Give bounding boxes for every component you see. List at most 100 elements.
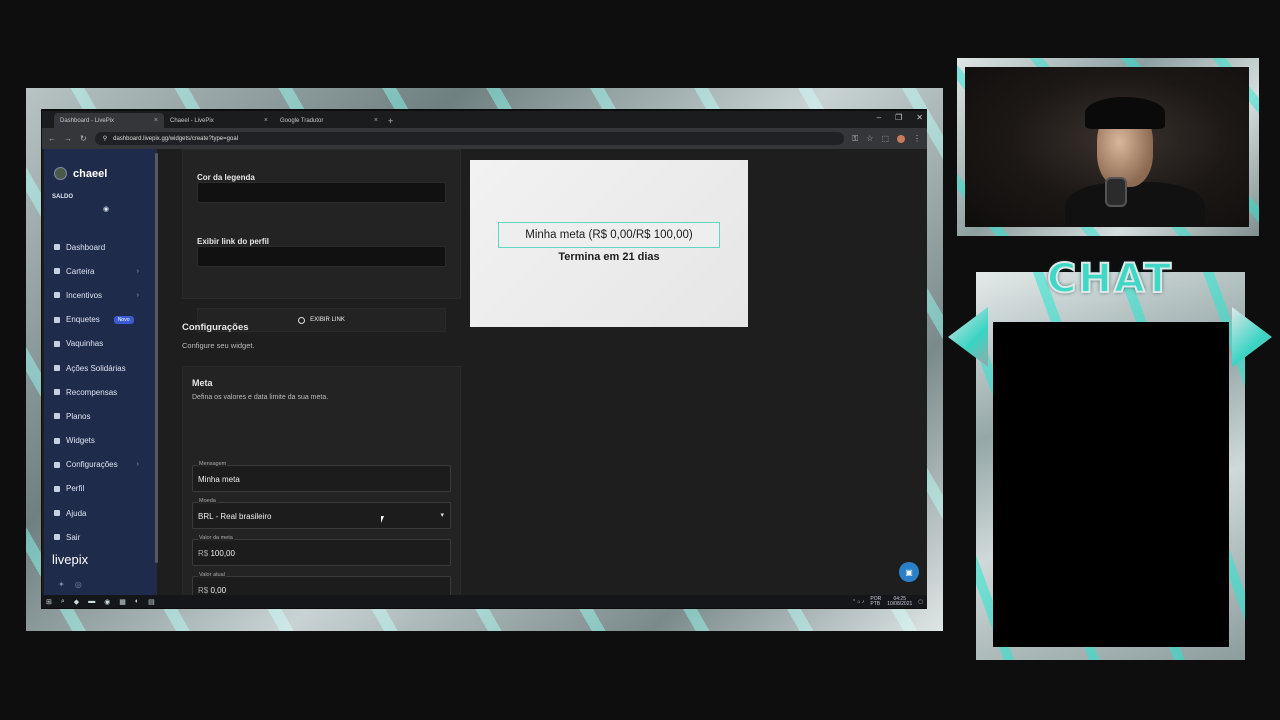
saldo-label: SALDO xyxy=(52,194,73,200)
sidebar-item-label: Configurações xyxy=(66,460,118,470)
address-bar: ← → ↻ ⚲ dashboard.livepix.gg/widgets/cre… xyxy=(42,128,927,149)
legend-color-input[interactable] xyxy=(197,182,446,203)
sidebar-item-sair[interactable]: Sair xyxy=(44,525,157,549)
close-icon[interactable]: × xyxy=(264,117,268,124)
tab-dashboard[interactable]: Dashboard - LivePix × xyxy=(54,113,164,128)
webcam-frame xyxy=(957,58,1259,236)
support-chat-icon[interactable]: ▣ xyxy=(899,562,919,582)
user-info[interactable]: chaeel xyxy=(54,167,107,180)
search-icon[interactable]: ⌕ xyxy=(61,598,65,606)
bookmark-star-icon[interactable]: ☆ xyxy=(866,134,873,143)
chrome-icon[interactable]: ◉ xyxy=(104,598,110,606)
lang-text-2: PTB xyxy=(870,600,881,607)
folder-icon[interactable]: ▬ xyxy=(88,598,95,605)
wallet-icon xyxy=(54,268,60,275)
incentives-icon xyxy=(54,292,60,299)
minimize-icon[interactable]: – xyxy=(877,113,881,122)
app-icon[interactable]: ◆ xyxy=(74,598,79,606)
sidebar-item-label: Ações Solidárias xyxy=(66,363,126,373)
extensions-icon[interactable]: ⬚ xyxy=(881,134,889,143)
eye-icon[interactable]: ◉ xyxy=(103,205,109,213)
tab-label: Chaeel - LivePix xyxy=(170,117,214,124)
sidebar-item-planos[interactable]: Planos xyxy=(44,404,157,428)
message-field[interactable]: Mensagem Minha meta xyxy=(192,461,451,492)
sidebar-item-recompensas[interactable]: Recompensas xyxy=(44,380,157,404)
sidebar-item-dashboard[interactable]: Dashboard xyxy=(44,235,157,259)
chat-title: CHAT xyxy=(1046,255,1173,303)
discord-icon[interactable]: ◐ xyxy=(135,598,139,605)
url-field[interactable]: ⚲ dashboard.livepix.gg/widgets/create?ty… xyxy=(94,132,845,145)
reload-icon[interactable]: ↻ xyxy=(80,134,87,143)
show-link-label: EXIBIR LINK xyxy=(310,317,345,323)
url-text: dashboard.livepix.gg/widgets/create?type… xyxy=(113,135,239,142)
chevron-right-icon: › xyxy=(136,267,139,275)
app-icon[interactable]: ▦ xyxy=(119,598,126,606)
currency-select[interactable]: Moeda BRL - Real brasileiro ▾ xyxy=(192,498,451,529)
goal-preview-box: Minha meta (R$ 0,00/R$ 100,00) xyxy=(498,222,720,248)
windows-taskbar: ⊞ ⌕ ◆ ▬ ◉ ▦ ◐ ▤ ⌃ ⌂ ♪ POR PTB 04:25 10/08/… xyxy=(42,595,927,608)
social-links: ✦ ◎ xyxy=(58,580,82,589)
sidebar-item-widgets[interactable]: Widgets xyxy=(44,429,157,453)
profile-avatar-icon[interactable] xyxy=(897,134,905,143)
fundraiser-icon xyxy=(54,340,60,347)
profile-link-input[interactable] xyxy=(197,246,446,267)
sidebar-item-perfil[interactable]: Perfil xyxy=(44,477,157,501)
chevron-down-icon: ▾ xyxy=(440,512,444,519)
sidebar-scrollbar[interactable] xyxy=(155,153,158,563)
windows-start-icon[interactable]: ⊞ xyxy=(46,598,52,606)
back-icon[interactable]: ← xyxy=(48,134,56,143)
maximize-icon[interactable]: ❐ xyxy=(895,113,902,122)
sidebar-item-label: Vaquinhas xyxy=(66,339,104,349)
gear-icon xyxy=(54,461,60,468)
key-icon[interactable]: ⚿ xyxy=(852,134,858,144)
avatar xyxy=(54,167,67,180)
logout-icon xyxy=(54,534,60,541)
webcam-feed xyxy=(965,67,1249,227)
tab-chaeel[interactable]: Chaeel - LivePix × xyxy=(164,113,274,128)
clock-date: 10/08/2021 xyxy=(887,600,913,607)
page-content: chaeel SALDO ◉ Dashboard Carteira › Incen… xyxy=(42,149,927,606)
forward-icon[interactable]: → xyxy=(64,134,72,143)
currency-prefix: R$ xyxy=(198,549,209,558)
currency-label: Moeda xyxy=(198,498,217,504)
sidebar-item-enquetes[interactable]: Enquetes Novo xyxy=(44,308,157,332)
chat-frame-wing-left xyxy=(948,307,988,367)
goal-value-field[interactable]: Valor da meta R$ 100,00 xyxy=(192,535,451,566)
radio-icon[interactable] xyxy=(298,316,306,324)
clock[interactable]: 04:25 10/08/2021 xyxy=(887,596,913,607)
legend-color-label: Cor da legenda xyxy=(197,173,255,182)
user-icon xyxy=(54,485,60,492)
current-value-row: R$ 0,00 xyxy=(198,586,226,595)
site-info-icon[interactable]: ⚲ xyxy=(103,135,107,142)
widgets-icon xyxy=(54,437,60,444)
sidebar-item-label: Ajuda xyxy=(66,508,87,518)
livepix-logo[interactable]: livepix xyxy=(52,552,88,567)
close-icon[interactable]: × xyxy=(374,117,378,124)
browser-window: Dashboard - LivePix × Chaeel - LivePix × G… xyxy=(42,111,927,608)
close-window-icon[interactable]: ✕ xyxy=(916,113,923,122)
sidebar-item-configuracoes[interactable]: Configurações › xyxy=(44,453,157,477)
tray-icons[interactable]: ⌃ ⌂ ♪ xyxy=(852,599,865,605)
reward-icon xyxy=(54,389,60,396)
close-icon[interactable]: × xyxy=(154,117,158,124)
notification-icon[interactable]: ▢ xyxy=(918,599,923,605)
twitter-icon[interactable]: ✦ xyxy=(58,580,65,589)
sidebar-item-acoes-solidarias[interactable]: Ações Solidárias xyxy=(44,356,157,380)
window-controls: – ❐ ✕ xyxy=(877,113,923,122)
language-indicator[interactable]: POR PTB xyxy=(870,596,881,607)
sidebar-item-vaquinhas[interactable]: Vaquinhas xyxy=(44,332,157,356)
menu-icon[interactable]: ⋮ xyxy=(913,134,921,143)
sidebar-item-ajuda[interactable]: Ajuda xyxy=(44,501,157,525)
chevron-right-icon: › xyxy=(136,461,139,469)
config-subtitle: Configure seu widget. xyxy=(182,341,255,350)
sidebar-item-carteira[interactable]: Carteira › xyxy=(44,259,157,283)
sidebar-item-incentivos[interactable]: Incentivos › xyxy=(44,283,157,307)
currency-value: BRL - Real brasileiro xyxy=(198,512,272,521)
sidebar-item-label: Sair xyxy=(66,532,81,542)
new-tab-button[interactable]: + xyxy=(388,116,393,126)
instagram-icon[interactable]: ◎ xyxy=(75,580,82,589)
app-icon[interactable]: ▤ xyxy=(148,598,155,606)
message-label: Mensagem xyxy=(198,461,228,467)
tab-google-tradutor[interactable]: Google Tradutor × xyxy=(274,113,384,128)
goal-value-label: Valor da meta xyxy=(198,535,234,541)
